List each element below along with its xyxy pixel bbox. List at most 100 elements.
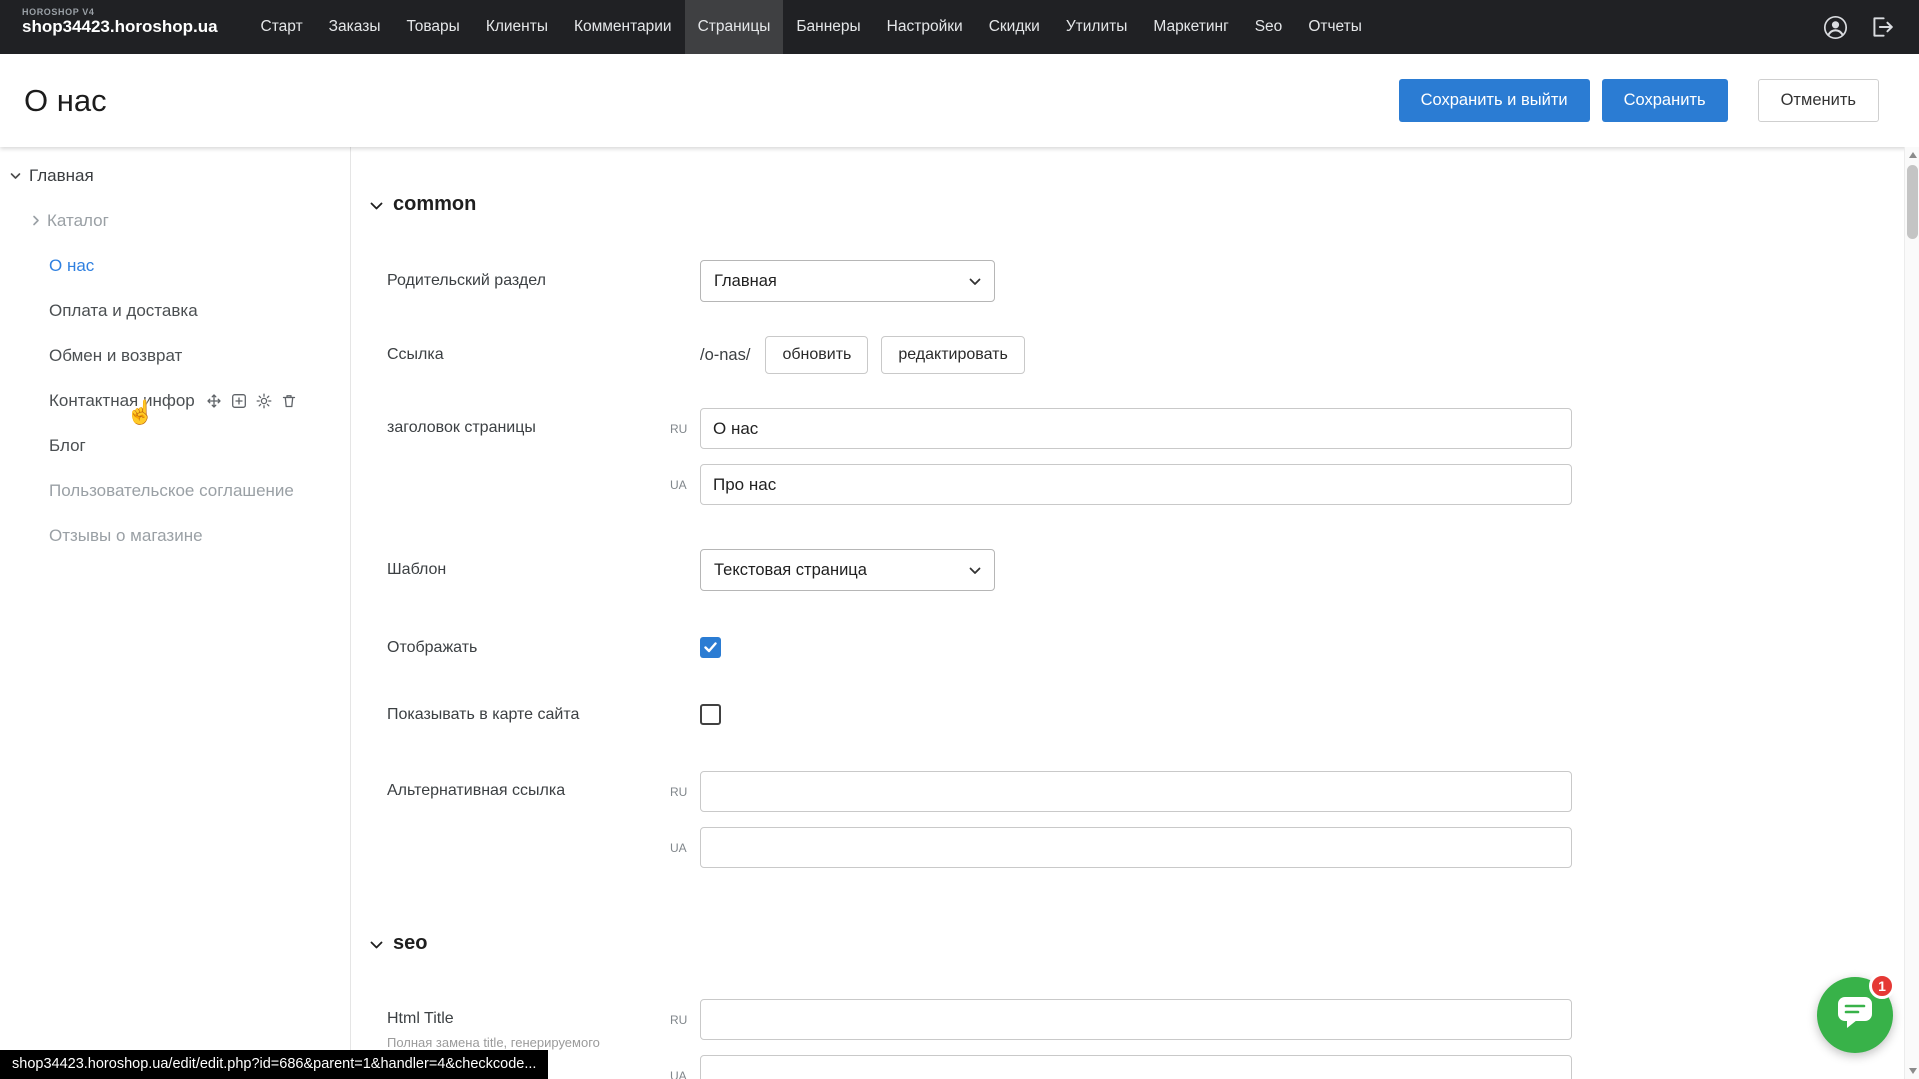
menu-item-banners[interactable]: Баннеры: [783, 0, 873, 54]
page-header: О нас Сохранить и выйти Сохранить Отмени…: [0, 54, 1919, 147]
display-checkbox[interactable]: [700, 637, 721, 658]
brand-domain: shop34423.horoshop.ua: [22, 17, 218, 37]
chat-bubble-icon: [1835, 994, 1875, 1037]
template-row: Шаблон Текстовая страница: [387, 549, 1919, 591]
tree-item-glavnaya[interactable]: Главная: [0, 153, 350, 198]
alt-link-ru-input[interactable]: [700, 771, 1572, 812]
section-common-header[interactable]: common: [370, 193, 1919, 216]
content: Главная Каталог О нас Оплата и доставка …: [0, 147, 1919, 1079]
menu-item-seo[interactable]: Seo: [1242, 0, 1296, 54]
lang-ua-tag: UA: [670, 841, 700, 855]
chevron-down-icon: [370, 932, 383, 955]
section-title: seo: [393, 932, 427, 955]
chevron-right-icon: [32, 215, 40, 226]
html-title-inputs: RU UA: [670, 999, 1572, 1079]
save-and-exit-button[interactable]: Сохранить и выйти: [1399, 79, 1590, 122]
sitemap-row: Показывать в карте сайта: [387, 704, 1919, 725]
chat-widget-button[interactable]: 1: [1817, 977, 1893, 1053]
lang-ua-tag: UA: [670, 1069, 700, 1079]
menu-item-start[interactable]: Старт: [248, 0, 316, 54]
page-title-ua-input[interactable]: [700, 464, 1572, 505]
cancel-button[interactable]: Отменить: [1758, 79, 1879, 122]
tree-item-label: О нас: [49, 256, 94, 276]
menu-item-products[interactable]: Товары: [393, 0, 472, 54]
vertical-scrollbar[interactable]: [1904, 147, 1919, 1079]
page-title-label: заголовок страницы: [387, 408, 670, 437]
link-refresh-button[interactable]: обновить: [765, 336, 868, 374]
tree-item-oplata[interactable]: Оплата и доставка: [0, 288, 350, 333]
tree-item-o-nas[interactable]: О нас: [0, 243, 350, 288]
tree-item-label: Главная: [29, 166, 94, 186]
parent-section-select[interactable]: Главная: [700, 260, 995, 302]
link-row: Ссылка /o-nas/ обновить редактировать: [387, 336, 1919, 374]
select-value: Текстовая страница: [714, 561, 867, 580]
section-seo-header[interactable]: seo: [370, 932, 1919, 955]
menu-item-pages[interactable]: Страницы: [685, 0, 784, 54]
parent-section-row: Родительский раздел Главная: [387, 260, 1919, 302]
link-preview-statusbar: shop34423.horoshop.ua/edit/edit.php?id=6…: [0, 1050, 548, 1079]
html-title-ua-input[interactable]: [700, 1055, 1572, 1079]
alt-link-inputs: RU UA: [670, 771, 1572, 868]
template-label: Шаблон: [387, 561, 700, 579]
menu-item-comments[interactable]: Комментарии: [561, 0, 685, 54]
select-value: Главная: [714, 272, 777, 291]
tree-item-katalog[interactable]: Каталог: [0, 198, 350, 243]
page-title: О нас: [24, 83, 1399, 119]
html-title-hint: Полная замена title, генерируемого: [387, 1035, 670, 1050]
tree-item-obmen[interactable]: Обмен и возврат: [0, 333, 350, 378]
link-path-text: /o-nas/: [700, 346, 750, 365]
menu-item-discounts[interactable]: Скидки: [976, 0, 1053, 54]
menu-item-utilities[interactable]: Утилиты: [1053, 0, 1141, 54]
tree-item-label: Отзывы о магазине: [49, 526, 203, 546]
header-actions: Сохранить и выйти Сохранить Отменить: [1399, 79, 1879, 122]
tree-item-otzyvy[interactable]: Отзывы о магазине: [0, 513, 350, 558]
topbar-right: [1822, 0, 1919, 54]
tree-item-kontaktnaya[interactable]: Контактная инфор: [0, 378, 350, 423]
menu-item-settings[interactable]: Настройки: [874, 0, 976, 54]
scroll-up-arrow[interactable]: [1905, 147, 1919, 163]
scrollbar-thumb[interactable]: [1907, 165, 1918, 239]
sitemap-checkbox[interactable]: [700, 704, 721, 725]
menu-item-orders[interactable]: Заказы: [316, 0, 394, 54]
settings-gear-icon[interactable]: [256, 393, 272, 409]
link-controls: /o-nas/ обновить редактировать: [700, 336, 1025, 374]
brand-version: HOROSHOP V4: [22, 7, 218, 17]
template-select[interactable]: Текстовая страница: [700, 549, 995, 591]
scroll-down-arrow[interactable]: [1905, 1063, 1919, 1079]
sitemap-label: Показывать в карте сайта: [387, 706, 700, 724]
display-row: Отображать: [387, 637, 1919, 658]
brand[interactable]: HOROSHOP V4 shop34423.horoshop.ua: [0, 0, 248, 54]
html-title-label-text: Html Title: [387, 1010, 670, 1028]
pages-tree-sidebar: Главная Каталог О нас Оплата и доставка …: [0, 147, 351, 1079]
account-icon[interactable]: [1822, 14, 1849, 41]
lang-ua-tag: UA: [670, 478, 700, 492]
section-title: common: [393, 193, 476, 216]
move-icon[interactable]: [206, 393, 222, 409]
page-title-ru-input[interactable]: [700, 408, 1572, 449]
add-page-icon[interactable]: [231, 393, 247, 409]
parent-section-label: Родительский раздел: [387, 272, 700, 290]
tree-item-label: Пользовательское соглашение: [49, 481, 294, 501]
trash-icon[interactable]: [281, 393, 297, 409]
top-menu: Старт Заказы Товары Клиенты Комментарии …: [248, 0, 1822, 54]
chevron-down-icon: [969, 561, 981, 580]
lang-ru-tag: RU: [670, 1013, 700, 1027]
tree-item-label: Блог: [49, 436, 86, 456]
menu-item-reports[interactable]: Отчеты: [1295, 0, 1375, 54]
save-button[interactable]: Сохранить: [1602, 79, 1728, 122]
alt-link-ua-input[interactable]: [700, 827, 1572, 868]
tree-item-actions: [206, 393, 297, 409]
tree-item-soglashenie[interactable]: Пользовательское соглашение: [0, 468, 350, 513]
menu-item-marketing[interactable]: Маркетинг: [1140, 0, 1241, 54]
chevron-down-icon: [370, 193, 383, 216]
tree-item-label: Обмен и возврат: [49, 346, 182, 366]
tree-item-label: Каталог: [47, 211, 109, 231]
page-title-row: заголовок страницы RU UA: [387, 408, 1919, 505]
menu-item-clients[interactable]: Клиенты: [473, 0, 561, 54]
html-title-ru-input[interactable]: [700, 999, 1572, 1040]
page-edit-form: common Родительский раздел Главная Ссылк…: [351, 147, 1919, 1079]
tree-item-blog[interactable]: Блог: [0, 423, 350, 468]
logout-icon[interactable]: [1869, 14, 1895, 40]
alt-link-label: Альтернативная ссылка: [387, 771, 670, 800]
link-edit-button[interactable]: редактировать: [881, 336, 1024, 374]
